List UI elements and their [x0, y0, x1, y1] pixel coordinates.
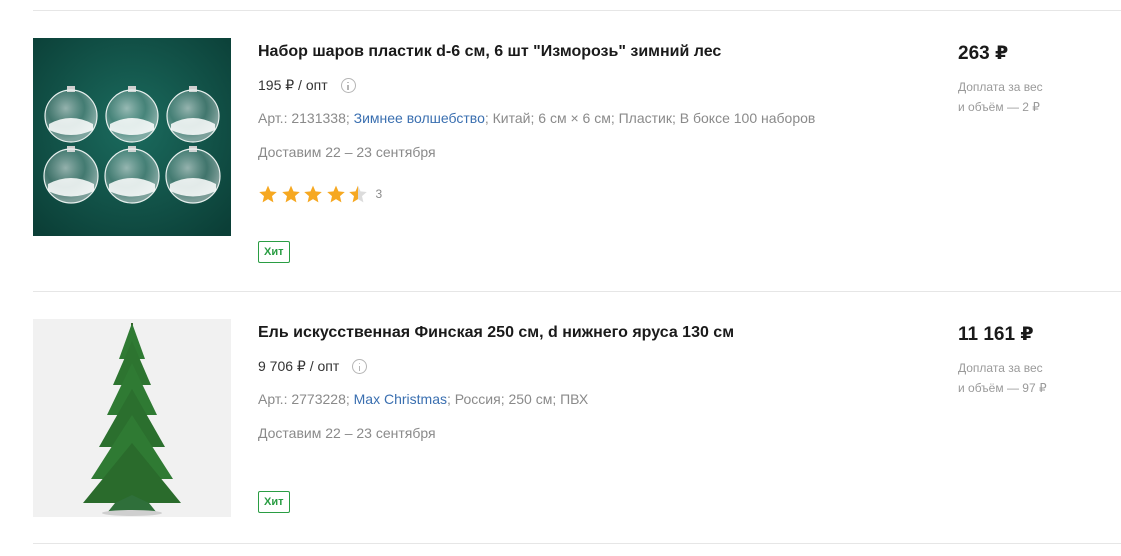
- divider: [33, 10, 1121, 11]
- rating-count[interactable]: 3: [376, 187, 383, 201]
- product-title[interactable]: Набор шаров пластик d-6 см, 6 шт "Изморо…: [258, 42, 721, 62]
- hit-badge: Хит: [258, 491, 290, 513]
- star-half-icon: [349, 185, 367, 203]
- product-card: Ель искусственная Финская 250 см, d нижн…: [33, 319, 1121, 529]
- product-price: 263 ₽: [958, 43, 1009, 64]
- delivery-date: Доставим 22 – 23 сентября: [258, 425, 436, 441]
- surcharge-line2: и объём — 2 ₽: [958, 100, 1040, 114]
- product-image[interactable]: [33, 38, 231, 236]
- product-image[interactable]: [33, 319, 231, 517]
- info-icon[interactable]: [340, 78, 356, 93]
- brand-link[interactable]: Зимнее волшебство: [354, 110, 485, 126]
- wholesale-price-text: 9 706 ₽ / опт: [258, 358, 340, 374]
- attributes-text: ; Китай; 6 см × 6 см; Пластик; В боксе 1…: [484, 110, 816, 126]
- attributes-text: ; Россия; 250 см; ПВХ: [447, 391, 589, 407]
- product-attributes: Арт.: 2131338; Зимнее волшебство; Китай;…: [258, 110, 815, 126]
- wholesale-price: 195 ₽ / опт: [258, 77, 356, 94]
- hit-badge: Хит: [258, 241, 290, 263]
- wholesale-price: 9 706 ₽ / опт: [258, 358, 368, 375]
- product-attributes: Арт.: 2773228; Max Christmas; Россия; 25…: [258, 391, 588, 407]
- star-icon: [281, 185, 300, 203]
- delivery-date: Доставим 22 – 23 сентября: [258, 144, 436, 160]
- surcharge-line1: Доплата за вес: [958, 361, 1043, 375]
- surcharge-note: Доплата за вес и объём — 97 ₽: [958, 358, 1088, 398]
- rating[interactable]: 3: [258, 184, 382, 204]
- wholesale-price-text: 195 ₽ / опт: [258, 77, 328, 93]
- product-title[interactable]: Ель искусственная Финская 250 см, d нижн…: [258, 323, 734, 343]
- surcharge-line1: Доплата за вес: [958, 80, 1043, 94]
- surcharge-note: Доплата за вес и объём — 2 ₽: [958, 77, 1088, 117]
- surcharge-line2: и объём — 97 ₽: [958, 381, 1047, 395]
- star-icon: [304, 185, 322, 203]
- product-list: Набор шаров пластик d-6 см, 6 шт "Изморо…: [0, 0, 1121, 556]
- product-card: Набор шаров пластик d-6 см, 6 шт "Изморо…: [33, 38, 1121, 278]
- product-price: 11 161 ₽: [958, 324, 1034, 345]
- star-icon: [326, 185, 345, 203]
- article-number: Арт.: 2131338;: [258, 110, 350, 126]
- brand-link[interactable]: Max Christmas: [354, 391, 447, 407]
- info-icon[interactable]: [352, 359, 368, 374]
- star-icon: [259, 185, 277, 203]
- divider: [33, 543, 1121, 544]
- divider: [33, 291, 1121, 292]
- article-number: Арт.: 2773228;: [258, 391, 350, 407]
